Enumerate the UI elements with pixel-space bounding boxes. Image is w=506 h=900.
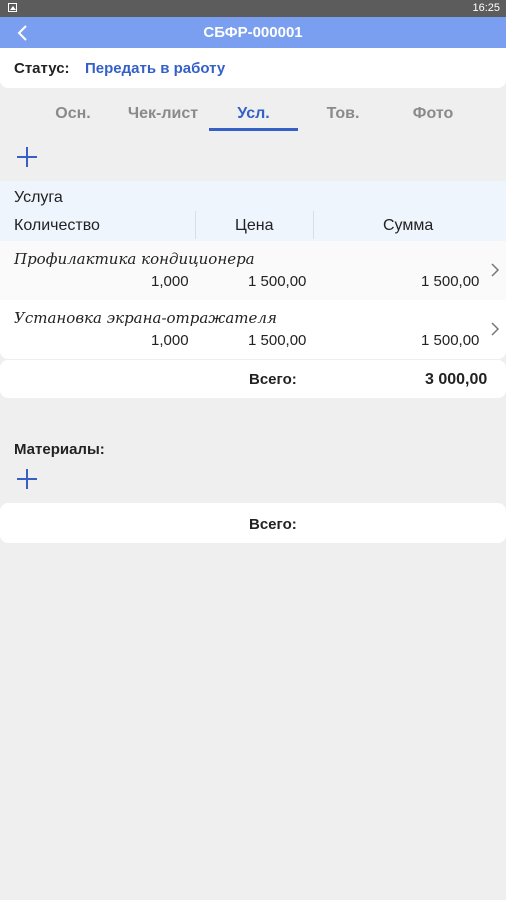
clock: 16:25 bbox=[472, 2, 500, 14]
sum-value: 1 500,00 bbox=[421, 332, 480, 349]
tab-goods[interactable]: Тов. bbox=[308, 98, 378, 134]
tab-label: Усл. bbox=[237, 105, 270, 122]
total-value: 3 000,00 bbox=[425, 371, 488, 388]
services-table-header: Услуга Количество Цена Сумма bbox=[0, 181, 506, 241]
tab-label: Осн. bbox=[55, 105, 91, 122]
chevron-right-icon bbox=[491, 322, 500, 336]
column-quantity: Количество bbox=[14, 217, 100, 234]
chevron-right-icon bbox=[491, 263, 500, 277]
quantity-value: 1,000 bbox=[151, 273, 189, 290]
status-card: Статус: Передать в работу bbox=[0, 48, 506, 88]
status-label: Статус: bbox=[14, 60, 70, 77]
table-row[interactable]: Установка экрана-отражателя 1,000 1 500,… bbox=[0, 300, 506, 359]
column-divider bbox=[313, 211, 314, 239]
image-icon bbox=[8, 3, 17, 12]
tab-checklist[interactable]: Чек-лист bbox=[118, 98, 208, 134]
column-divider bbox=[195, 211, 196, 239]
tab-bar: Осн. Чек-лист Усл. Тов. Фото bbox=[0, 98, 506, 134]
price-value: 1 500,00 bbox=[248, 273, 307, 290]
materials-title: Материалы: bbox=[14, 441, 105, 458]
tab-photo[interactable]: Фото bbox=[398, 98, 468, 134]
table-row[interactable]: Профилактика кондиционера 1,000 1 500,00… bbox=[0, 241, 506, 301]
service-name: Установка экрана-отражателя bbox=[14, 309, 277, 327]
column-price: Цена bbox=[235, 217, 274, 234]
tab-active-indicator bbox=[209, 128, 298, 131]
sum-value: 1 500,00 bbox=[421, 273, 480, 290]
column-service: Услуга bbox=[14, 189, 63, 206]
tab-label: Чек-лист bbox=[127, 105, 199, 122]
tab-label: Фото bbox=[412, 105, 454, 122]
materials-total-card: Всего: bbox=[0, 503, 506, 543]
column-sum: Сумма bbox=[383, 217, 434, 234]
tab-services[interactable]: Усл. bbox=[209, 98, 298, 134]
status-value-link[interactable]: Передать в работу bbox=[85, 60, 225, 77]
page-title: СБФР-000001 bbox=[203, 24, 303, 41]
tab-main[interactable]: Осн. bbox=[40, 98, 106, 134]
app-bar: СБФР-000001 bbox=[0, 17, 506, 48]
quantity-value: 1,000 bbox=[151, 332, 189, 349]
add-service-plus-icon[interactable] bbox=[17, 147, 37, 167]
add-material-plus-icon[interactable] bbox=[17, 469, 37, 489]
service-name: Профилактика кондиционера bbox=[14, 250, 255, 268]
total-label: Всего: bbox=[249, 371, 297, 388]
services-total-card: Всего: 3 000,00 bbox=[0, 360, 506, 398]
tab-label: Тов. bbox=[326, 105, 360, 122]
total-label: Всего: bbox=[249, 516, 297, 533]
system-status-bar: 16:25 bbox=[0, 0, 506, 17]
price-value: 1 500,00 bbox=[248, 332, 307, 349]
